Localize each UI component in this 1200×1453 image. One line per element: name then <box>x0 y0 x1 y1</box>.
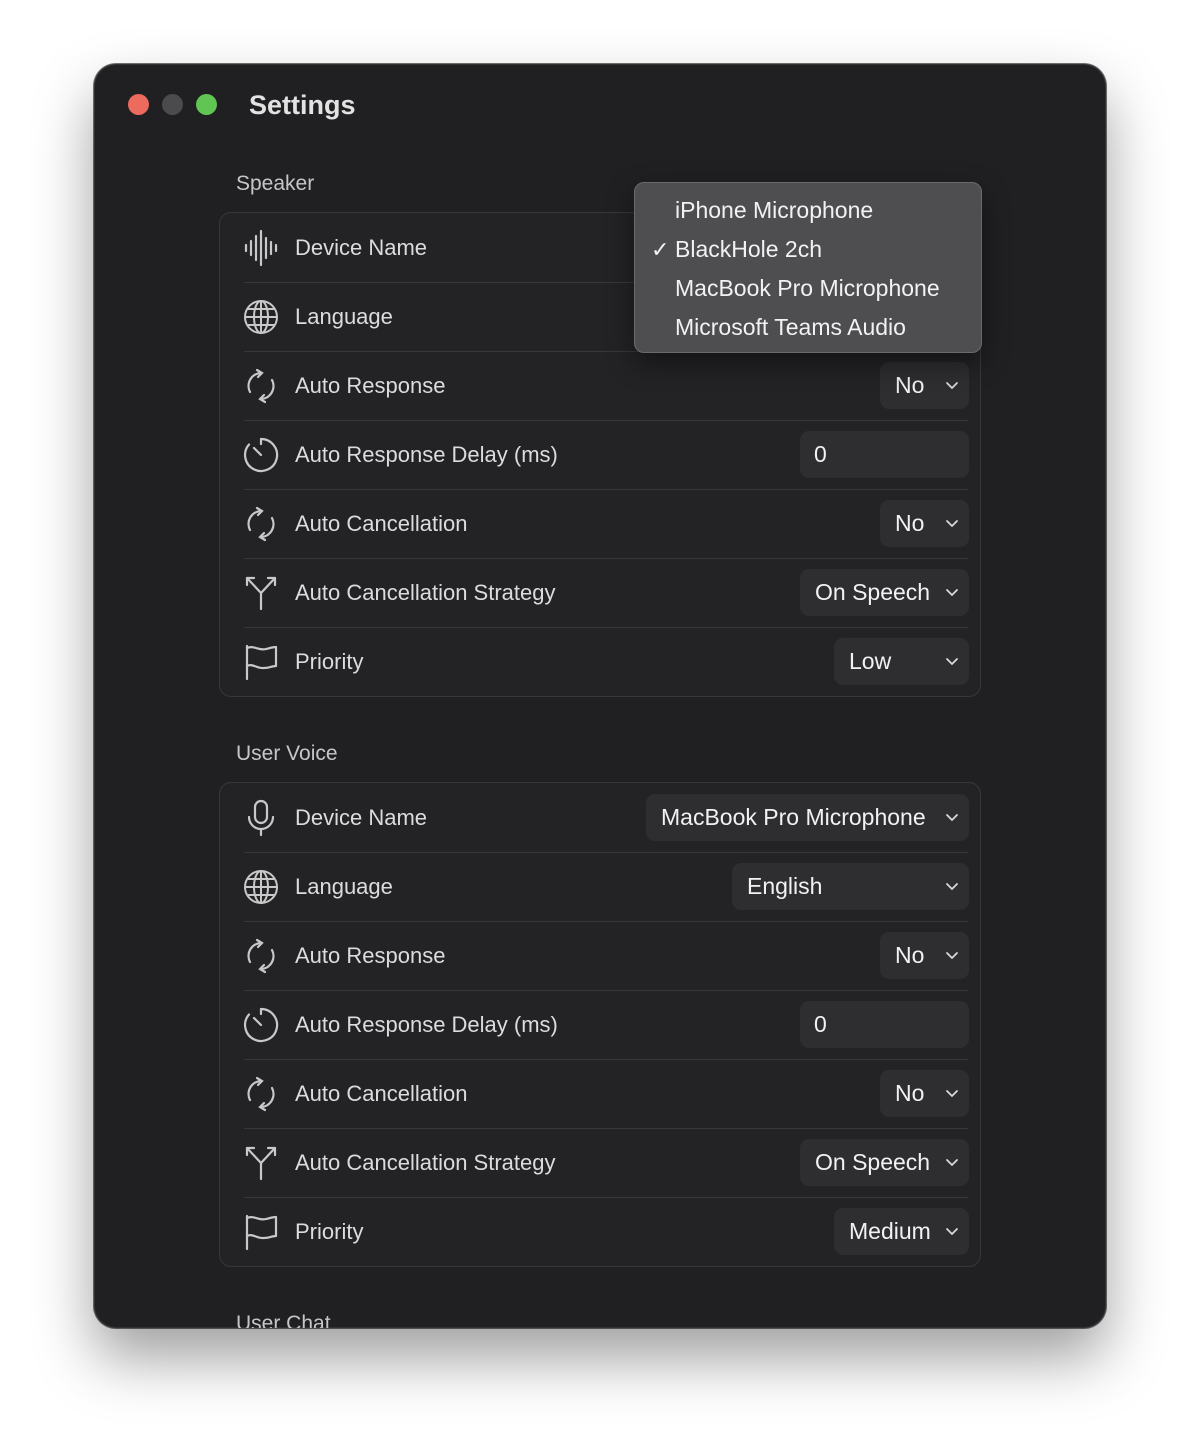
microphone-icon <box>242 799 280 837</box>
voice-auto-cancellation-row: Auto Cancellation No <box>220 1059 980 1128</box>
select-value: No <box>895 510 925 536</box>
select-value: No <box>895 372 925 398</box>
dropdown-item[interactable]: MacBook Pro Microphone <box>635 269 981 308</box>
row-label: Language <box>295 303 393 329</box>
select-value: Low <box>849 648 892 674</box>
section-label-user-chat: User Chat <box>236 1312 331 1328</box>
speaker-auto-cancellation-strategy-row: Auto Cancellation Strategy On Speech <box>220 558 980 627</box>
auto-cancellation-strategy-select[interactable]: On Speech <box>800 569 969 616</box>
voice-priority-select[interactable]: Medium <box>834 1208 969 1255</box>
row-label: Auto Response Delay (ms) <box>295 1011 558 1037</box>
row-label: Priority <box>295 648 364 674</box>
flag-icon <box>242 1213 280 1251</box>
chevron-down-icon <box>944 515 960 531</box>
auto-cancellation-select[interactable]: No <box>880 500 969 547</box>
voice-auto-cancellation-strategy-row: Auto Cancellation Strategy On Speech <box>220 1128 980 1197</box>
dropdown-item-label: MacBook Pro Microphone <box>675 275 940 301</box>
input-value: 0 <box>814 441 827 467</box>
row-label: Auto Cancellation Strategy <box>295 1149 556 1175</box>
speaker-auto-response-delay-row: Auto Response Delay (ms) 0 <box>220 420 980 489</box>
speaker-priority-row: Priority Low <box>220 627 980 696</box>
dropdown-item[interactable]: iPhone Microphone <box>635 191 981 230</box>
select-value: English <box>747 873 823 899</box>
refresh-icon <box>242 505 280 543</box>
row-label: Auto Cancellation <box>295 1080 468 1106</box>
waveform-icon <box>242 229 280 267</box>
close-button[interactable] <box>128 94 149 115</box>
voice-device-name-select[interactable]: MacBook Pro Microphone <box>646 794 969 841</box>
chevron-down-icon <box>944 947 960 963</box>
speaker-auto-cancellation-row: Auto Cancellation No <box>220 489 980 558</box>
row-label: Auto Response <box>295 372 446 398</box>
split-arrow-icon <box>242 574 280 612</box>
window-controls <box>128 94 217 115</box>
row-label: Auto Cancellation <box>295 510 468 536</box>
dropdown-item-label: Microsoft Teams Audio <box>675 314 906 340</box>
priority-select[interactable]: Low <box>834 638 969 685</box>
voice-auto-response-delay-row: Auto Response Delay (ms) 0 <box>220 990 980 1059</box>
auto-response-select[interactable]: No <box>880 362 969 409</box>
speaker-device-dropdown-menu: iPhone Microphone ✓ BlackHole 2ch MacBoo… <box>634 182 982 353</box>
row-label: Device Name <box>295 234 428 260</box>
refresh-icon <box>242 367 280 405</box>
chevron-down-icon <box>944 653 960 669</box>
section-label-speaker: Speaker <box>236 172 315 195</box>
select-value: No <box>895 942 925 968</box>
dropdown-item-label: iPhone Microphone <box>675 197 874 223</box>
dropdown-item-selected[interactable]: ✓ BlackHole 2ch <box>635 230 981 269</box>
chevron-down-icon <box>944 377 960 393</box>
user-voice-settings-group: Device Name MacBook Pro Microphone Langu… <box>219 782 981 1267</box>
row-label: Auto Response Delay (ms) <box>295 441 558 467</box>
auto-response-delay-input[interactable]: 0 <box>800 431 969 478</box>
refresh-icon <box>242 1075 280 1113</box>
section-label-user-voice: User Voice <box>236 742 338 765</box>
zoom-button[interactable] <box>196 94 217 115</box>
chevron-down-icon <box>944 878 960 894</box>
row-label: Auto Cancellation Strategy <box>295 579 556 605</box>
select-value: Medium <box>849 1218 931 1244</box>
timer-icon <box>242 1006 280 1044</box>
row-label: Device Name <box>295 804 428 830</box>
split-arrow-icon <box>242 1144 280 1182</box>
chevron-down-icon <box>944 1154 960 1170</box>
input-value: 0 <box>814 1011 827 1037</box>
select-value: On Speech <box>815 579 931 605</box>
window-title: Settings <box>249 90 356 120</box>
chevron-down-icon <box>944 809 960 825</box>
settings-window: Settings Speaker Device Name Language Au… <box>94 64 1106 1328</box>
chevron-down-icon <box>944 1085 960 1101</box>
voice-auto-response-delay-input[interactable]: 0 <box>800 1001 969 1048</box>
chevron-down-icon <box>944 1223 960 1239</box>
voice-auto-response-row: Auto Response No <box>220 921 980 990</box>
voice-auto-cancellation-strategy-select[interactable]: On Speech <box>800 1139 969 1186</box>
voice-language-select[interactable]: English <box>732 863 969 910</box>
globe-icon <box>242 868 280 906</box>
globe-icon <box>242 298 280 336</box>
voice-auto-response-select[interactable]: No <box>880 932 969 979</box>
refresh-icon <box>242 937 280 975</box>
dropdown-item-label: BlackHole 2ch <box>675 236 823 262</box>
checkmark-icon: ✓ <box>651 237 670 262</box>
voice-priority-row: Priority Medium <box>220 1197 980 1266</box>
row-label: Auto Response <box>295 942 446 968</box>
select-value: MacBook Pro Microphone <box>661 804 926 830</box>
voice-language-row: Language English <box>220 852 980 921</box>
select-value: No <box>895 1080 925 1106</box>
chevron-down-icon <box>944 584 960 600</box>
flag-icon <box>242 643 280 681</box>
voice-device-name-row: Device Name MacBook Pro Microphone <box>220 783 980 852</box>
voice-auto-cancellation-select[interactable]: No <box>880 1070 969 1117</box>
select-value: On Speech <box>815 1149 931 1175</box>
minimize-button[interactable] <box>162 94 183 115</box>
row-label: Priority <box>295 1218 364 1244</box>
dropdown-item[interactable]: Microsoft Teams Audio <box>635 308 981 347</box>
speaker-auto-response-row: Auto Response No <box>220 351 980 420</box>
row-label: Language <box>295 873 393 899</box>
timer-icon <box>242 436 280 474</box>
